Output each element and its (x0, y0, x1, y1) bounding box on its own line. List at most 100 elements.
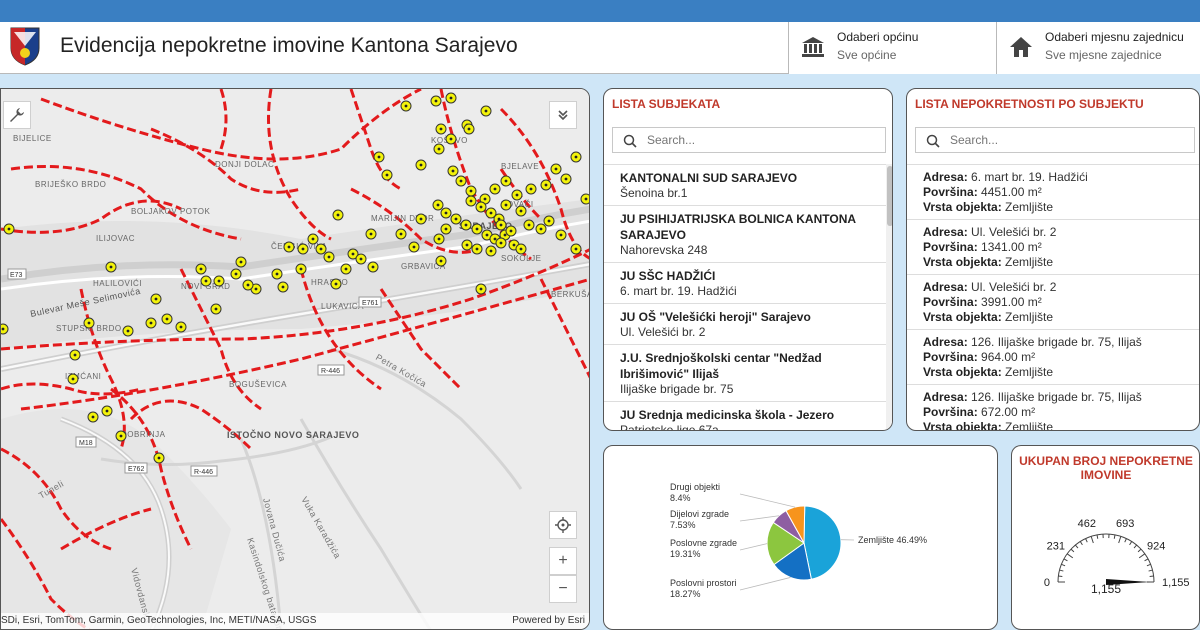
house-icon (1010, 37, 1032, 57)
municipality-selector[interactable]: Odaberi općinu Sve općine (788, 22, 996, 74)
property-point-marker-center (377, 155, 381, 159)
property-area: 672.00 m² (981, 405, 1036, 419)
gauge-tick (1138, 553, 1146, 559)
gauge-tick-label: 1,155 (1162, 577, 1190, 589)
subject-address: Ilijaške brigade br. 75 (620, 382, 734, 396)
map-attribution-bar: SDi, Esri, TomTom, Garmin, GeoTechnologi… (1, 613, 589, 629)
type-label: Vrsta objekta: (923, 200, 1002, 214)
subject-list-item[interactable]: JU Srednja medicinska škola - Jezero Pat… (604, 402, 886, 431)
properties-search[interactable] (915, 127, 1195, 153)
search-icon (926, 134, 940, 148)
zoom-out-button[interactable]: − (549, 575, 577, 603)
property-point-marker-center (439, 259, 443, 263)
subject-list-item[interactable]: JU SŠC HADŽIĆI 6. mart br. 19. Hadžići (604, 263, 886, 304)
property-list-item[interactable]: Adresa: 126. Ilijaške brigade br. 75, Il… (907, 385, 1199, 430)
property-type-pie-chart: Zemljište 46.49% Poslovni prostori18.27% P… (670, 482, 927, 599)
pie-label-connector (739, 543, 768, 551)
property-point-marker-center (109, 265, 113, 269)
property-point-marker-center (275, 272, 279, 276)
properties-panel: LISTA NEPOKRETNOSTI PO SUBJEKTU Adresa: … (906, 88, 1200, 431)
pie-slice-label: Drugi objekti (670, 482, 720, 492)
pie-slice-label: Zemljište 46.49% (858, 535, 927, 545)
property-point-marker-center (512, 243, 516, 247)
subjects-scroll-thumb[interactable] (887, 166, 892, 226)
property-area: 3991.00 m² (981, 295, 1042, 309)
property-type-pie-panel: Zemljište 46.49% Poslovni prostori 18.27% P… (603, 445, 998, 630)
properties-search-input[interactable] (950, 131, 1150, 149)
property-list-item[interactable]: Adresa: Ul. Velešići br. 2 Površina: 399… (907, 275, 1199, 330)
double-chevron-down-icon (558, 110, 568, 121)
property-type: Zemljište (1005, 310, 1054, 324)
gauge-tick (1129, 541, 1133, 546)
property-point-marker-center (449, 96, 453, 100)
property-point-marker-center (371, 265, 375, 269)
property-point-marker-center (154, 297, 158, 301)
subject-name: JU OŠ "Velešićki heroji" Sarajevo (620, 310, 811, 324)
property-point-marker-center (319, 247, 323, 251)
property-point-marker-center (547, 219, 551, 223)
map-place-label: ISTOČNO NOVO SARAJEVO (227, 429, 359, 440)
map-collapse-button[interactable] (549, 101, 577, 129)
subjects-panel: LISTA SUBJEKATA KANTONALNI SUD SARAJEVO … (603, 88, 893, 431)
pie-slice-label: Dijelovi zgrade (670, 509, 729, 519)
property-point-marker-center (483, 197, 487, 201)
powered-by-esri[interactable]: Powered by Esri (512, 615, 585, 626)
property-point-marker-center (515, 193, 519, 197)
property-list-item[interactable]: Adresa: Ul. Velešići br. 2 Površina: 134… (907, 220, 1199, 275)
subject-address: Patriotske lige 67a (620, 423, 719, 431)
municipality-selector-label: Odaberi općinu (837, 30, 919, 44)
property-type: Zemljište (1005, 255, 1054, 269)
map-tools-button[interactable] (3, 101, 31, 129)
property-list-item[interactable]: Adresa: 6. mart br. 19. Hadžići Površina… (907, 165, 1199, 220)
subject-list-item[interactable]: KANTONALNI SUD SARAJEVO Šenoina br.1 (604, 165, 886, 206)
map-canvas[interactable]: BIJELICE DONJI DOLAC BRIJEŠKO BRDO BOLJA… (1, 89, 590, 630)
property-point-marker-center (469, 189, 473, 193)
property-point-marker-center (504, 179, 508, 183)
pie-slice-percent: 18.27% (670, 589, 701, 599)
gauge-tick-label: 462 (1078, 518, 1096, 530)
subjects-search[interactable] (612, 127, 886, 153)
property-map[interactable]: BIJELICE DONJI DOLAC BRIJEŠKO BRDO BOLJA… (0, 88, 590, 630)
property-point-marker-center (475, 247, 479, 251)
gauge-tick (1096, 534, 1099, 539)
pie-slice-label: Poslovne zgrade (670, 538, 737, 548)
subjects-list: KANTONALNI SUD SARAJEVO Šenoina br.1 JU … (604, 164, 886, 431)
property-point-marker-center (246, 283, 250, 287)
local-community-selector[interactable]: Odaberi mjesnu zajednicu Sve mjesne zaje… (996, 22, 1200, 74)
property-point-marker-center (574, 155, 578, 159)
property-point-marker-center (311, 237, 315, 241)
type-label: Vrsta objekta: (923, 365, 1002, 379)
property-point-marker-center (351, 252, 355, 256)
property-point-marker-center (493, 237, 497, 241)
subject-list-item[interactable]: JU OŠ "Velešićki heroji" Sarajevo Ul. Ve… (604, 304, 886, 345)
property-point-marker-center (509, 229, 513, 233)
gauge-tick (1113, 534, 1116, 539)
property-address: 6. mart br. 19. Hadžići (971, 170, 1088, 184)
locate-me-button[interactable] (549, 511, 577, 539)
total-count-gauge-panel: UKUPAN BROJ NEPOKRETNE IMOVINE 0 231 462 69… (1011, 445, 1200, 630)
subject-list-item[interactable]: JU PSIHIJATRIJSKA BOLNICA KANTONA SARAJE… (604, 206, 886, 263)
zoom-in-button[interactable]: + (549, 547, 577, 575)
canton-coat-of-arms-logo (10, 27, 40, 66)
map-place-label: BJELAVE (501, 162, 539, 171)
subject-list-item[interactable]: J.U. Srednjoškolski centar "Nedžad Ibriš… (604, 345, 886, 402)
subjects-search-input[interactable] (647, 131, 847, 149)
property-type: Zemljište (1005, 200, 1054, 214)
subjects-panel-title: LISTA SUBJEKATA (612, 97, 721, 111)
property-point-marker-center (451, 169, 455, 173)
gauge-tick-label: 231 (1047, 541, 1065, 553)
area-label: Površina: (923, 350, 978, 364)
gauge-tick (1124, 538, 1127, 543)
property-point-marker-center (369, 232, 373, 236)
property-point-marker-center (554, 167, 558, 171)
address-label: Adresa: (923, 390, 968, 404)
property-point-marker-center (404, 104, 408, 108)
property-address: 126. Ilijaške brigade br. 75, Ilijaš (971, 390, 1142, 404)
gauge-tick (1085, 538, 1088, 543)
subjects-scrollbar[interactable] (886, 164, 892, 430)
property-point-marker-center (544, 183, 548, 187)
property-point-marker-center (254, 287, 258, 291)
property-point-marker-center (334, 282, 338, 286)
gauge-tick (1058, 575, 1063, 577)
property-list-item[interactable]: Adresa: 126. Ilijaške brigade br. 75, Il… (907, 330, 1199, 385)
